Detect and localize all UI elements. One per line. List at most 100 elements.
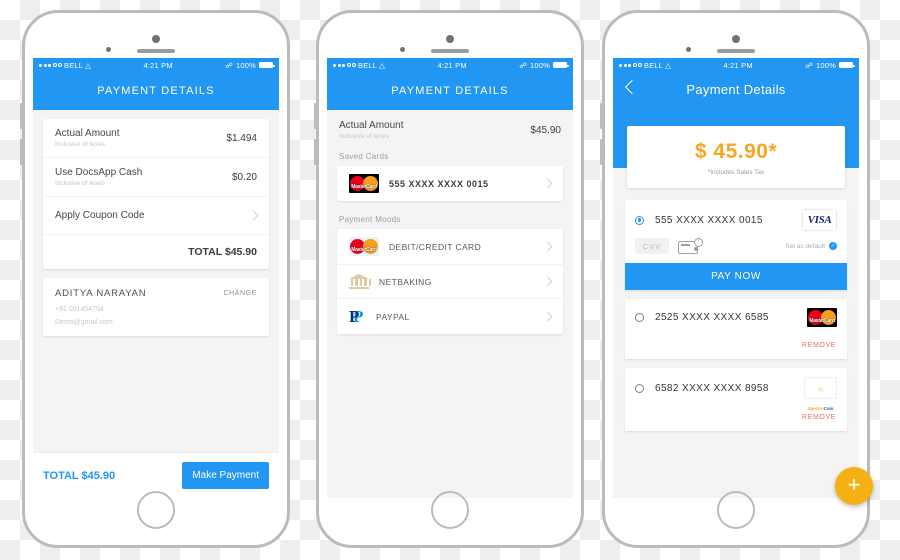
bluetooth-icon: ☍ — [225, 60, 234, 70]
earpiece-speaker — [137, 49, 175, 53]
actual-amount-value: $45.90 — [530, 124, 561, 136]
contact-name: ADITYA NARAYAN — [55, 288, 147, 299]
payment-modes-list: MasterCard DEBIT/CREDIT CARD NETBAKING P… — [337, 229, 563, 334]
mastercard-logo-text: MasterCard — [809, 318, 835, 324]
chevron-right-icon — [542, 178, 553, 189]
add-card-fab-button[interactable]: + — [835, 467, 873, 505]
chevron-right-icon — [542, 276, 553, 287]
bluetooth-icon: ☍ — [805, 60, 814, 70]
payment-mode-debit-credit-card[interactable]: MasterCard DEBIT/CREDIT CARD — [337, 229, 563, 265]
card-radio-selected[interactable] — [635, 215, 644, 225]
volume-up-button[interactable] — [20, 103, 23, 129]
phone-2-screen: BELL △ 4:21 PM ☍ 100% PAYMENT DETAILS Ac… — [327, 58, 573, 498]
card-number: 2525 XXXX XXXX 6585 — [655, 312, 769, 323]
card-item[interactable]: 2525 XXXX XXXX 6585 MasterCard REMOVE — [625, 299, 847, 359]
saved-card-number: 555 XXXX XXXX 0015 — [389, 178, 489, 189]
battery-percent-label: 100% — [530, 60, 550, 70]
home-button[interactable] — [431, 491, 469, 529]
volume-down-button[interactable] — [600, 139, 603, 165]
visa-logo-text: VISA — [807, 214, 832, 226]
carrier-label: BELL — [358, 60, 378, 70]
bank-icon — [349, 273, 371, 290]
phone-1: BELL △ 4:21 PM ☍ 100% PAYMENT DETAILS Ac… — [20, 10, 290, 548]
chevron-right-icon — [248, 210, 259, 221]
phone-3-screen: BELL △ 4:21 PM ☍ 100% Payment Details $ … — [613, 58, 859, 498]
card-radio[interactable] — [635, 313, 644, 322]
volume-up-button[interactable] — [600, 103, 603, 129]
cvv-input[interactable]: CVV — [635, 238, 669, 254]
make-payment-button[interactable]: Make Payment — [182, 462, 269, 489]
page-title: PAYMENT DETAILS — [97, 85, 215, 97]
pay-now-button[interactable]: PAY NOW — [625, 263, 847, 290]
battery-icon — [259, 62, 275, 68]
amount-note: *Includes Sales Tax — [707, 169, 765, 176]
mastercard-logo-text: MasterCard — [351, 247, 377, 253]
front-camera-icon — [446, 35, 454, 43]
contact-phone: +91 001454754 — [55, 306, 104, 313]
status-bar: BELL △ 4:21 PM ☍ 100% — [33, 58, 279, 72]
earpiece-speaker — [717, 49, 755, 53]
mastercard-logo-text: MasterCard — [351, 184, 377, 190]
summary-row-docsapp-cash[interactable]: Use DocsApp Cash Inclusive of texes $0.2… — [43, 158, 269, 197]
clock-label: 4:21 PM — [723, 60, 753, 70]
summary-row-value: $1.494 — [226, 132, 257, 144]
summary-row-value: $0.20 — [231, 171, 257, 183]
saved-card-row[interactable]: MasterCard 555 XXXX XXXX 0015 — [337, 166, 563, 201]
payment-mode-label: NETBAKING — [379, 276, 432, 287]
volume-down-button[interactable] — [20, 139, 23, 165]
order-summary-card: Actual Amount Inclusive of texes $1.494 … — [43, 119, 269, 269]
nav-bar: PAYMENT DETAILS — [33, 72, 279, 110]
selected-card-item[interactable]: 555 XXXX XXXX 0015 VISA CVV ? Set as def… — [625, 200, 847, 290]
cvv-help-card-icon[interactable]: ? — [678, 237, 703, 254]
clock-label: 4:21 PM — [143, 60, 173, 70]
carrier-label: BELL — [64, 60, 84, 70]
summary-row-subtitle: Inclusive of texes — [55, 141, 105, 148]
signal-strength-icon — [333, 63, 356, 67]
check-icon: ✓ — [829, 242, 837, 250]
battery-percent-label: 100% — [236, 60, 256, 70]
visa-logo-icon: VISA — [802, 209, 837, 231]
home-button[interactable] — [137, 491, 175, 529]
mastercard-logo-icon: MasterCard — [807, 308, 837, 327]
front-camera-icon — [732, 35, 740, 43]
proximity-sensor-icon — [400, 47, 405, 52]
actual-amount-title: Actual Amount — [339, 120, 404, 131]
phone-3: BELL △ 4:21 PM ☍ 100% Payment Details $ … — [600, 10, 873, 548]
apply-coupon-label: Apply Coupon Code — [55, 210, 145, 221]
card-radio[interactable] — [635, 383, 644, 393]
battery-percent-label: 100% — [816, 60, 836, 70]
spectrocoin-mark-icon: ☉ — [817, 387, 824, 394]
change-contact-button[interactable]: CHANGE — [223, 290, 257, 297]
payment-mode-paypal[interactable]: PP PAYPAL — [337, 299, 563, 334]
remove-card-button[interactable]: REMOVE — [802, 414, 836, 421]
actual-amount-subtitle: Inclusive of texes — [339, 133, 389, 140]
payment-mode-netbanking[interactable]: NETBAKING — [337, 265, 563, 299]
apply-coupon-row[interactable]: Apply Coupon Code — [43, 197, 269, 235]
checkout-total-label: TOTAL $45.90 — [43, 469, 116, 482]
page-title: PAYMENT DETAILS — [391, 85, 509, 97]
phone-2: BELL △ 4:21 PM ☍ 100% PAYMENT DETAILS Ac… — [314, 10, 584, 548]
set-as-default-label: Set as default — [785, 242, 825, 250]
card-number: 555 XXXX XXXX 0015 — [655, 214, 763, 226]
payment-mode-label: DEBIT/CREDIT CARD — [389, 241, 482, 252]
bluetooth-icon: ☍ — [519, 60, 528, 70]
saved-cards-section-label: Saved Cards — [339, 152, 389, 161]
proximity-sensor-icon — [106, 47, 111, 52]
signal-strength-icon — [39, 63, 62, 67]
volume-up-button[interactable] — [314, 103, 317, 129]
nav-bar: PAYMENT DETAILS — [327, 72, 573, 110]
actual-amount-row: Actual Amount Inclusive of texes $45.90 — [327, 110, 573, 148]
home-button[interactable] — [717, 491, 755, 529]
earpiece-speaker — [431, 49, 469, 53]
paypal-logo-icon: PP — [349, 307, 364, 326]
card-item[interactable]: 6582 XXXX XXXX 8958 ☉ SpectroCoin REMOVE — [625, 368, 847, 431]
set-as-default-toggle[interactable]: Set as default ✓ — [702, 242, 837, 250]
front-camera-icon — [152, 35, 160, 43]
spectrocoin-logo-icon: ☉ SpectroCoin — [804, 377, 837, 411]
chevron-right-icon — [542, 241, 553, 252]
contact-card: ADITYA NARAYAN CHANGE +91 001454754 Demo… — [43, 278, 269, 336]
remove-card-button[interactable]: REMOVE — [802, 342, 836, 349]
chevron-right-icon — [542, 311, 553, 322]
amount-card: $ 45.90* *Includes Sales Tax — [627, 126, 845, 188]
volume-down-button[interactable] — [314, 139, 317, 165]
